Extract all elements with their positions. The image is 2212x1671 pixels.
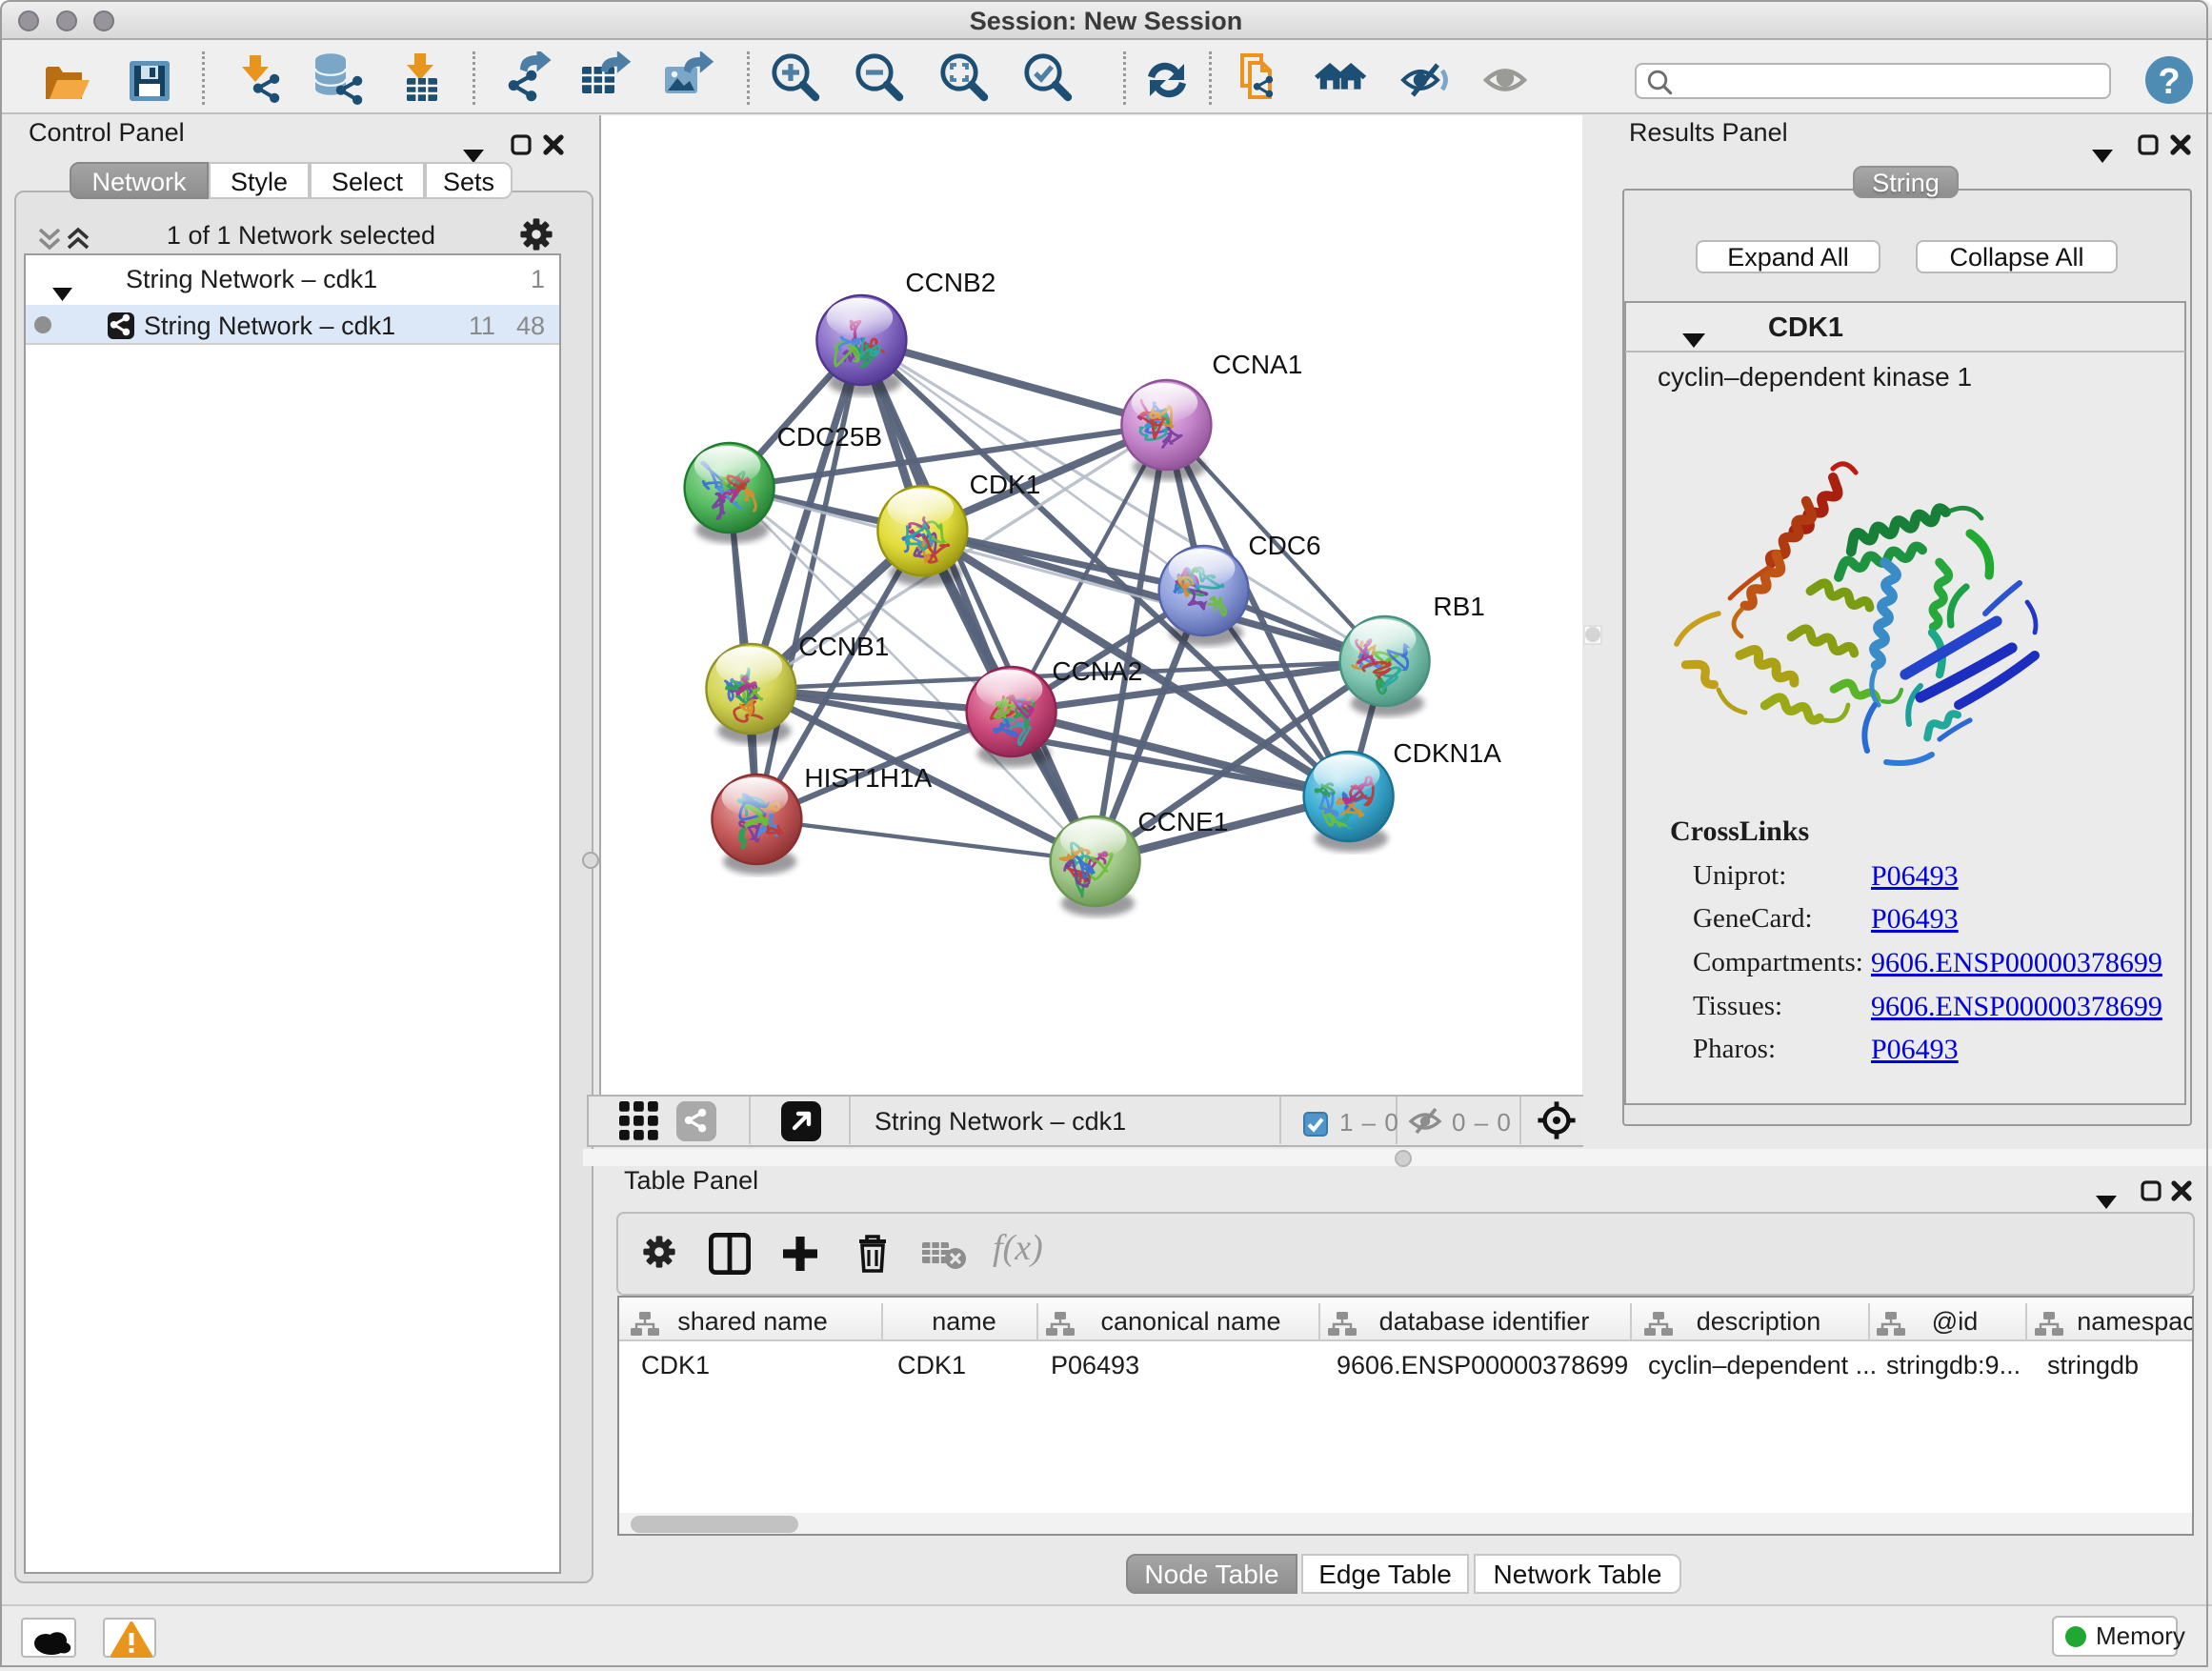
svg-text:CDKN1A: CDKN1A xyxy=(1393,738,1501,768)
svg-text:CCNA2: CCNA2 xyxy=(1052,656,1142,686)
svg-text:?: ? xyxy=(2158,62,2180,102)
svg-text:CDC6: CDC6 xyxy=(1248,531,1320,560)
svg-text:CDK1: CDK1 xyxy=(969,470,1040,499)
svg-text:CCNA1: CCNA1 xyxy=(1212,350,1302,379)
svg-text:CCNE1: CCNE1 xyxy=(1137,807,1228,836)
svg-text:CDC25B: CDC25B xyxy=(776,422,881,452)
svg-text:HIST1H1A: HIST1H1A xyxy=(804,763,932,793)
svg-text:RB1: RB1 xyxy=(1433,592,1484,621)
svg-text:CCNB1: CCNB1 xyxy=(798,632,889,661)
svg-text:CCNB2: CCNB2 xyxy=(905,268,995,297)
